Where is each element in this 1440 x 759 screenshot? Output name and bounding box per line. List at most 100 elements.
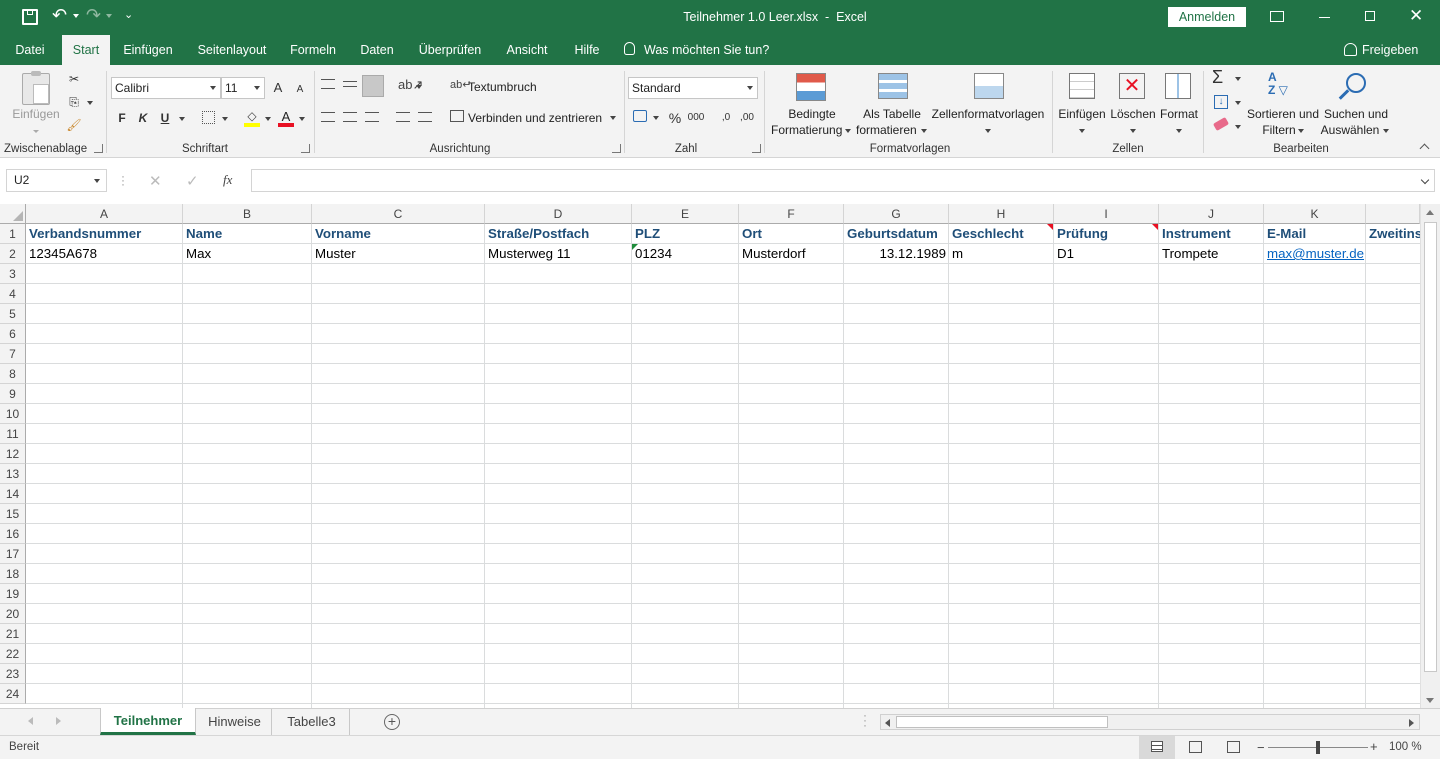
data-cell[interactable]: Trompete	[1159, 244, 1264, 264]
zoom-level[interactable]: 100 %	[1389, 741, 1422, 753]
borders-icon[interactable]	[202, 111, 215, 124]
column-header-F[interactable]: F	[739, 204, 844, 224]
scroll-left-arrow-icon[interactable]	[885, 719, 890, 727]
row-header-15[interactable]: 15	[0, 504, 26, 524]
sheet-tab-hinweise[interactable]: Hinweise	[198, 709, 272, 735]
row-header-16[interactable]: 16	[0, 524, 26, 544]
copy-dropdown-icon[interactable]	[87, 101, 93, 105]
row-header-4[interactable]: 4	[0, 284, 26, 304]
header-cell[interactable]: Vorname	[312, 224, 485, 244]
collapse-ribbon-icon[interactable]	[1419, 143, 1430, 154]
format-painter-icon[interactable]: 🖌	[64, 115, 84, 135]
scroll-up-arrow-icon[interactable]	[1426, 210, 1434, 215]
formula-input[interactable]	[251, 169, 1435, 192]
scroll-right-arrow-icon[interactable]	[1409, 719, 1414, 727]
sort-filter-label-2[interactable]: Filtern	[1262, 122, 1296, 138]
font-color-dropdown-icon[interactable]	[299, 117, 305, 121]
cell-styles-icon[interactable]	[974, 73, 1004, 99]
tab-view[interactable]: Ansicht	[499, 35, 555, 65]
worksheet-grid[interactable]: ABCDEFGHIJK 1 2 3 4 5 6 7 8 9 10 11 12 13 14 15 16 17 18 1…	[0, 204, 1420, 708]
copy-icon[interactable]: ⎘	[64, 92, 84, 112]
next-sheet-icon[interactable]	[56, 717, 61, 725]
format-cells-dropdown-icon[interactable]	[1176, 129, 1182, 133]
column-header-K[interactable]: K	[1264, 204, 1366, 224]
row-header-11[interactable]: 11	[0, 424, 26, 444]
row-header-20[interactable]: 20	[0, 604, 26, 624]
undo-dropdown-icon[interactable]	[73, 14, 79, 18]
accounting-format-icon[interactable]	[633, 110, 647, 122]
sort-filter-label-1[interactable]: Sortieren und	[1246, 106, 1320, 122]
format-as-table-label-2[interactable]: formatieren	[856, 122, 918, 138]
merge-center-button[interactable]: Verbinden und zentrieren	[468, 110, 602, 126]
insert-cells-dropdown-icon[interactable]	[1079, 129, 1085, 133]
row-header-17[interactable]: 17	[0, 544, 26, 564]
alignment-launcher-icon[interactable]	[612, 144, 621, 153]
accounting-dropdown-icon[interactable]	[653, 116, 659, 120]
conditional-formatting-icon[interactable]	[796, 73, 826, 101]
tab-split-grip-icon[interactable]: · · ·	[863, 709, 867, 731]
fill-icon[interactable]: ↓	[1214, 95, 1228, 109]
minimize-icon[interactable]	[1319, 17, 1330, 18]
header-cell[interactable]: Instrument	[1159, 224, 1264, 244]
tab-help[interactable]: Hilfe	[566, 35, 608, 65]
row-header-6[interactable]: 6	[0, 324, 26, 344]
row-header-24[interactable]: 24	[0, 684, 26, 704]
increase-indent-icon[interactable]	[418, 112, 432, 122]
sheet-tab-tabelle3[interactable]: Tabelle3	[274, 709, 350, 735]
row-header-18[interactable]: 18	[0, 564, 26, 584]
share-button[interactable]: Freigeben	[1362, 35, 1418, 65]
clear-icon[interactable]	[1212, 117, 1230, 131]
tab-review[interactable]: Überprüfen	[412, 35, 488, 65]
format-as-table-icon[interactable]	[878, 73, 908, 99]
tab-insert[interactable]: Einfügen	[116, 35, 180, 65]
row-header-7[interactable]: 7	[0, 344, 26, 364]
align-center-icon[interactable]	[343, 112, 357, 122]
data-cell[interactable]: 13.12.1989	[844, 244, 949, 264]
header-cell[interactable]: Geschlecht	[949, 224, 1054, 244]
row-header-3[interactable]: 3	[0, 264, 26, 284]
row-header-19[interactable]: 19	[0, 584, 26, 604]
clear-dropdown-icon[interactable]	[1235, 125, 1241, 129]
redo-dropdown-icon[interactable]	[106, 14, 112, 18]
fill-color-dropdown-icon[interactable]	[265, 117, 271, 121]
merge-dropdown-icon[interactable]	[610, 116, 616, 120]
new-sheet-icon[interactable]: +	[384, 714, 400, 730]
sort-filter-icon[interactable]: AZ ▽	[1268, 71, 1300, 101]
find-select-dropdown-icon[interactable]	[1383, 129, 1389, 133]
customize-toolbar-icon[interactable]: ⌄	[124, 8, 133, 21]
row-header-13[interactable]: 13	[0, 464, 26, 484]
borders-dropdown-icon[interactable]	[222, 117, 228, 121]
cell-styles-label[interactable]: Zellenformatvorlagen	[930, 106, 1046, 122]
row-header-1[interactable]: 1	[0, 224, 26, 244]
maximize-icon[interactable]	[1365, 11, 1375, 21]
delete-cells-label[interactable]: Löschen	[1108, 106, 1158, 122]
ribbon-display-options-icon[interactable]	[1270, 11, 1284, 22]
header-cell[interactable]: Name	[183, 224, 312, 244]
align-bottom-icon[interactable]	[362, 75, 384, 97]
sort-filter-dropdown-icon[interactable]	[1298, 129, 1304, 133]
font-name-select[interactable]: Calibri	[111, 77, 221, 99]
insert-function-icon[interactable]: fx	[223, 172, 232, 188]
header-cell[interactable]: Geburtsdatum	[844, 224, 949, 244]
close-icon[interactable]: ✕	[1409, 6, 1423, 26]
data-cell[interactable]: Muster	[312, 244, 485, 264]
orientation-dropdown-icon[interactable]	[416, 85, 422, 89]
column-header-C[interactable]: C	[312, 204, 485, 224]
tell-me-box[interactable]: Was möchten Sie tun?	[644, 35, 769, 65]
data-cell[interactable]: Max	[183, 244, 312, 264]
conditional-formatting-dropdown-icon[interactable]	[845, 129, 851, 133]
header-cell[interactable]: Verbandsnummer	[26, 224, 183, 244]
data-cell[interactable]: D1	[1054, 244, 1159, 264]
page-break-view-icon[interactable]	[1227, 741, 1240, 753]
zoom-in-icon[interactable]: +	[1370, 739, 1378, 754]
underline-button[interactable]: U	[155, 108, 175, 128]
cancel-entry-icon[interactable]: ✕	[149, 172, 162, 190]
format-cells-icon[interactable]	[1165, 73, 1191, 99]
signin-button[interactable]: Anmelden	[1168, 7, 1246, 27]
cell-styles-dropdown-icon[interactable]	[985, 129, 991, 133]
row-header-2[interactable]: 2	[0, 244, 26, 264]
comment-indicator-icon[interactable]	[1047, 224, 1053, 230]
delete-cells-icon[interactable]: ✕	[1119, 73, 1145, 99]
header-cell[interactable]: PLZ	[632, 224, 739, 244]
cut-icon[interactable]: ✂	[64, 69, 84, 89]
